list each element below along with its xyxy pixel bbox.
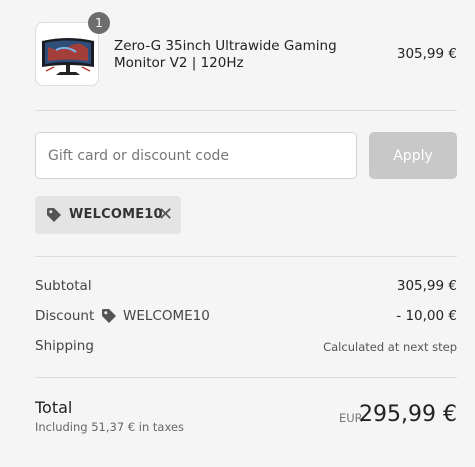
total-value: 295,99 €	[359, 402, 457, 427]
tax-note: Including 51,37 € in taxes	[35, 420, 184, 434]
product-price: 305,99 €	[396, 46, 457, 62]
tag-icon	[46, 207, 62, 227]
divider	[35, 377, 457, 378]
discount-code-display: WELCOME10	[101, 308, 210, 324]
shipping-value: Calculated at next step	[323, 340, 457, 354]
applied-code-text: WELCOME10	[69, 207, 163, 222]
shipping-row: Shipping Calculated at next step	[35, 338, 457, 358]
quantity-badge: 1	[88, 12, 110, 34]
apply-button[interactable]: Apply	[369, 132, 457, 179]
monitor-image	[42, 38, 94, 75]
discount-code-input[interactable]	[35, 132, 357, 179]
line-item: 1 Zero-G 35inch Ultrawide Gaming Monitor…	[35, 12, 457, 88]
discount-row: Discount WELCOME10 - 10,00 €	[35, 308, 457, 328]
subtotal-row: Subtotal 305,99 €	[35, 278, 457, 298]
applied-discount-chip: WELCOME10 ✕	[35, 196, 181, 234]
shipping-label: Shipping	[35, 338, 94, 354]
product-name: Zero-G 35inch Ultrawide Gaming Monitor V…	[114, 38, 337, 71]
divider	[35, 110, 457, 111]
tag-icon	[102, 309, 116, 323]
product-thumbnail	[35, 22, 99, 86]
discount-label: Discount	[35, 308, 95, 324]
discount-value: - 10,00 €	[396, 308, 457, 324]
divider	[35, 256, 457, 257]
subtotal-value: 305,99 €	[396, 278, 457, 294]
remove-discount-icon[interactable]: ✕	[158, 206, 173, 224]
discount-code-text: WELCOME10	[123, 308, 210, 324]
total-label: Total	[35, 398, 73, 417]
subtotal-label: Subtotal	[35, 278, 92, 294]
